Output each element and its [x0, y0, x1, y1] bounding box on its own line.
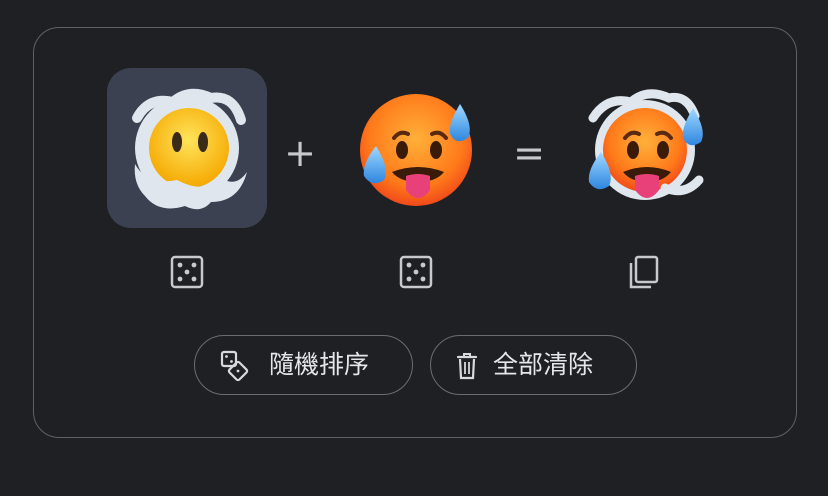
plus-sign: + — [284, 131, 316, 175]
mashup-result-emoji — [588, 89, 704, 200]
copy-icon[interactable] — [626, 254, 662, 290]
face-in-clouds-emoji — [132, 88, 247, 210]
hot-face-emoji — [360, 94, 472, 206]
result-emoji-slot[interactable] — [565, 68, 725, 228]
right-emoji-slot[interactable] — [336, 68, 496, 228]
shuffle-label: 隨機排序 — [269, 350, 370, 379]
clear-all-button[interactable]: 全部清除 — [430, 335, 637, 395]
left-dice-icon[interactable] — [169, 254, 205, 290]
trash-icon — [455, 350, 479, 388]
left-emoji-slot[interactable] — [107, 68, 267, 228]
right-dice-icon[interactable] — [398, 254, 434, 290]
shuffle-button[interactable]: 隨機排序 — [194, 335, 413, 395]
dice-shuffle-icon — [219, 350, 253, 388]
clear-all-label: 全部清除 — [493, 350, 594, 379]
equals-sign: = — [513, 131, 545, 175]
